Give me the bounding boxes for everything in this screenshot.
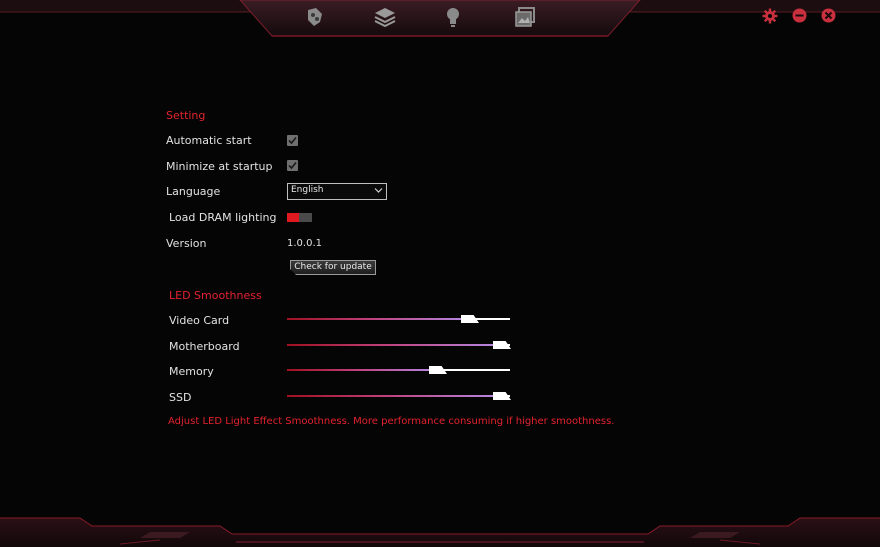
automatic-start-label: Automatic start xyxy=(166,134,252,147)
nav-lightbulb-icon[interactable] xyxy=(443,6,467,30)
memory-label: Memory xyxy=(169,365,214,378)
toggle-on-segment xyxy=(287,213,299,222)
checkmark-icon xyxy=(288,161,297,170)
gear-icon xyxy=(762,8,778,24)
close-button[interactable] xyxy=(821,8,837,24)
led-smoothness-hint: Adjust LED Light Effect Smoothness. More… xyxy=(168,416,615,427)
setting-section-title: Setting xyxy=(166,109,206,122)
automatic-start-checkbox[interactable] xyxy=(287,135,298,146)
nav-gallery-icon[interactable] xyxy=(514,6,538,30)
slider-thumb[interactable] xyxy=(461,315,479,323)
load-dram-lighting-label: Load DRAM lighting xyxy=(169,211,277,224)
minimize-at-startup-label: Minimize at startup xyxy=(166,160,273,173)
nav-palette-icon[interactable] xyxy=(304,6,328,30)
language-select-value: English xyxy=(291,185,324,195)
load-dram-lighting-toggle[interactable] xyxy=(287,213,312,222)
slider-thumb[interactable] xyxy=(493,341,511,349)
minimize-at-startup-checkbox[interactable] xyxy=(287,160,298,171)
chevron-down-icon xyxy=(374,188,383,193)
video-card-label: Video Card xyxy=(169,314,230,327)
memory-slider[interactable] xyxy=(287,364,510,376)
slider-fill xyxy=(287,318,469,320)
version-value: 1.0.0.1 xyxy=(287,238,322,249)
slider-thumb[interactable] xyxy=(493,392,511,400)
slider-fill xyxy=(287,395,501,397)
version-label: Version xyxy=(166,237,207,250)
motherboard-slider[interactable] xyxy=(287,339,511,351)
slider-thumb[interactable] xyxy=(429,366,447,374)
top-frame-decoration xyxy=(0,0,880,37)
slider-fill xyxy=(287,344,501,346)
led-smoothness-title: LED Smoothness xyxy=(169,289,262,302)
motherboard-label: Motherboard xyxy=(169,340,240,353)
bottom-frame xyxy=(0,512,880,547)
check-for-update-button[interactable]: Check for update xyxy=(290,260,376,275)
top-frame xyxy=(0,0,880,40)
settings-button[interactable] xyxy=(762,8,778,24)
checkmark-icon xyxy=(288,136,297,145)
slider-fill xyxy=(287,369,437,371)
toggle-off-segment xyxy=(299,213,312,222)
bottom-frame-decoration xyxy=(0,517,880,547)
language-label: Language xyxy=(166,185,221,198)
nav-layers-icon[interactable] xyxy=(373,6,397,30)
minimize-icon xyxy=(792,8,807,23)
minimize-button[interactable] xyxy=(792,8,808,24)
ssd-slider[interactable] xyxy=(287,390,511,402)
video-card-slider[interactable] xyxy=(287,313,510,325)
close-icon xyxy=(821,8,836,23)
ssd-label: SSD xyxy=(169,391,192,404)
language-select[interactable]: English xyxy=(287,183,387,200)
